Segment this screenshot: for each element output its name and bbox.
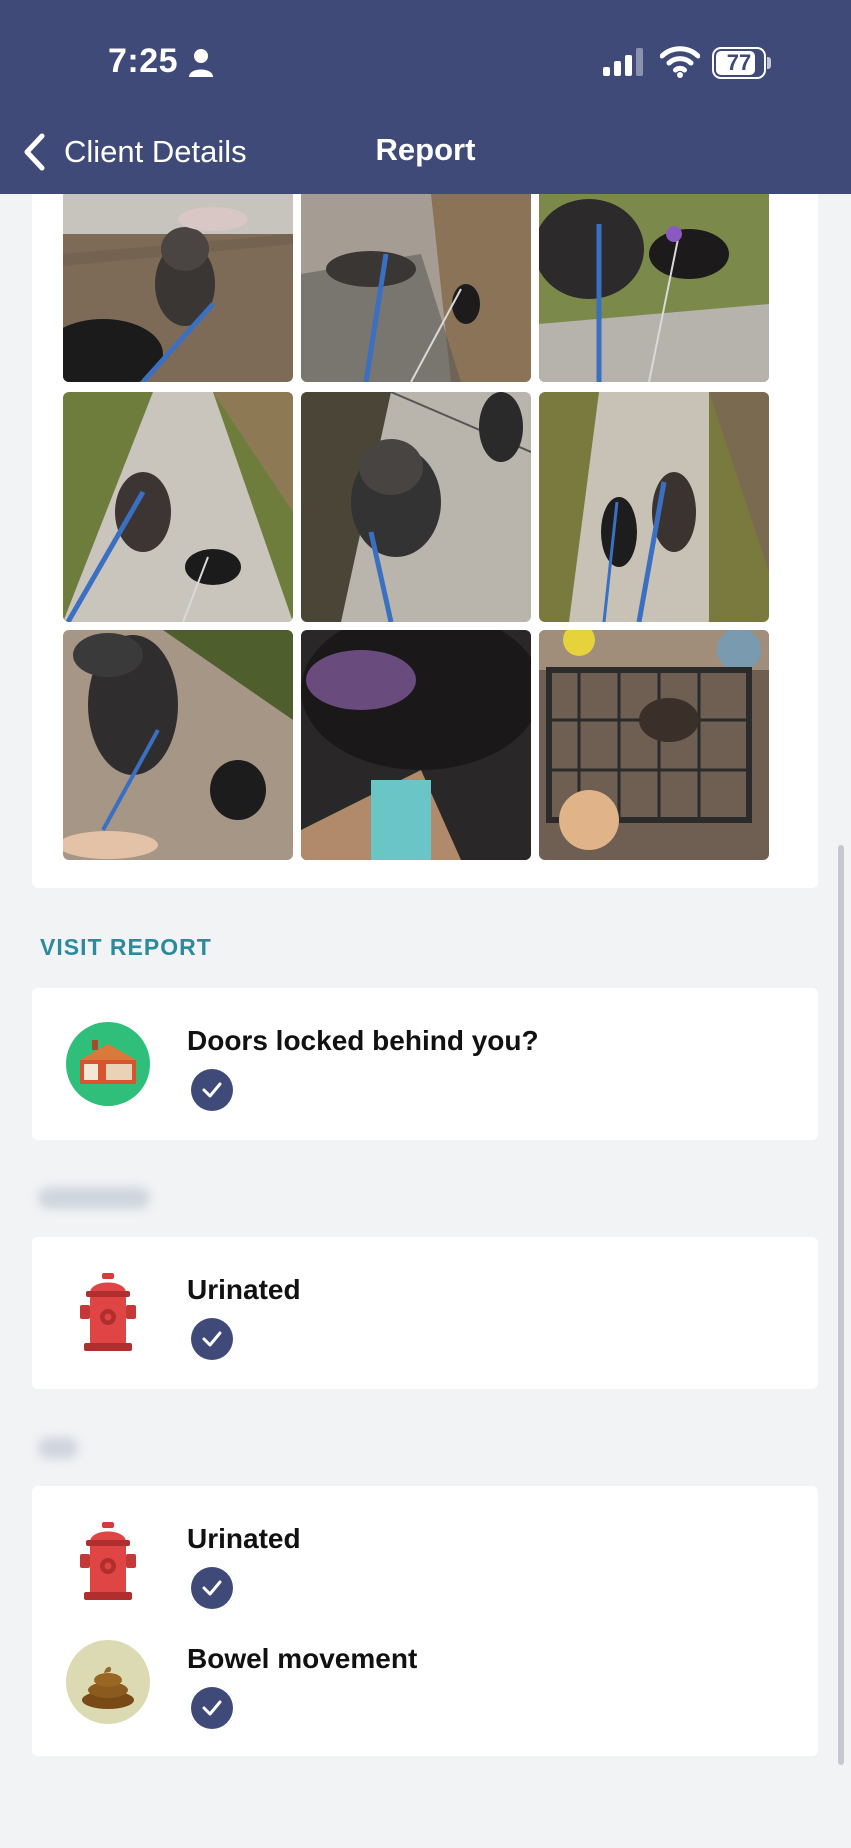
pet-2-report-card: Urinated Bowel movement bbox=[32, 1486, 818, 1756]
fire-hydrant-icon bbox=[80, 1273, 136, 1351]
photo-gallery-card bbox=[32, 194, 818, 888]
visit-report-section-label: VISIT REPORT bbox=[40, 934, 212, 960]
check-badge bbox=[191, 1069, 233, 1111]
visit-report-card: Doors locked behind you? bbox=[32, 988, 818, 1140]
scrollbar[interactable] bbox=[838, 845, 844, 1765]
photo-2[interactable] bbox=[301, 194, 531, 382]
person-icon bbox=[189, 49, 213, 77]
battery-percent: 77 bbox=[726, 50, 752, 75]
check-icon bbox=[202, 1331, 222, 1347]
photo-9[interactable] bbox=[539, 630, 769, 860]
photo-6[interactable] bbox=[539, 392, 769, 622]
poop-icon bbox=[66, 1640, 150, 1724]
battery-indicator: 77 bbox=[712, 47, 772, 79]
item-label: Doors locked behind you? bbox=[187, 1025, 539, 1056]
check-icon bbox=[202, 1082, 222, 1098]
item-label: Urinated bbox=[187, 1523, 301, 1554]
check-icon bbox=[202, 1580, 222, 1596]
page-title: Report bbox=[0, 132, 851, 168]
photo-1[interactable] bbox=[63, 194, 293, 382]
check-badge bbox=[191, 1687, 233, 1729]
photo-3[interactable] bbox=[539, 194, 769, 382]
check-badge bbox=[191, 1318, 233, 1360]
fire-hydrant-icon bbox=[80, 1522, 136, 1600]
photo-8[interactable] bbox=[301, 630, 531, 860]
signal-icon bbox=[603, 48, 643, 76]
check-icon bbox=[202, 1700, 222, 1716]
house-icon bbox=[66, 1022, 150, 1106]
page-title-text: Report bbox=[375, 132, 476, 167]
pet-1-report-card: Urinated bbox=[32, 1237, 818, 1389]
app-header: 7:25 77 Client Details Report bbox=[0, 0, 851, 194]
photo-4[interactable] bbox=[63, 392, 293, 622]
item-label: Bowel movement bbox=[187, 1643, 418, 1674]
wifi-icon bbox=[660, 46, 700, 78]
photo-7[interactable] bbox=[63, 630, 293, 860]
pet-name-blurred bbox=[38, 1187, 150, 1209]
item-label: Urinated bbox=[187, 1274, 301, 1305]
status-time: 7:25 bbox=[108, 42, 179, 80]
pet-name-blurred bbox=[38, 1437, 78, 1459]
photo-5[interactable] bbox=[301, 392, 531, 622]
check-badge bbox=[191, 1567, 233, 1609]
